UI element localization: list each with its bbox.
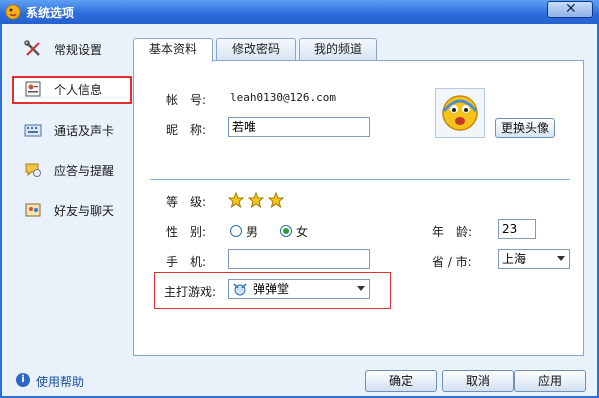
gender-female-label: 女 (296, 225, 309, 239)
chevron-down-icon (357, 286, 365, 291)
main-game-label: 主打游戏: (164, 285, 217, 299)
account-value: leah0130@126.com (230, 91, 336, 104)
chat-bubble-icon (25, 163, 41, 177)
close-icon: ✕ (565, 1, 577, 17)
app-logo-icon (5, 4, 21, 20)
nickname-label: 昵 称: (166, 123, 207, 137)
level-star-icon (228, 192, 244, 208)
main-game-select[interactable]: 弹弹堂 (228, 279, 370, 299)
phone-label: 手 机: (166, 255, 207, 269)
gender-male-radio[interactable] (230, 225, 242, 237)
sidebar-item-friends-chat[interactable]: 好友与聊天 (12, 197, 132, 223)
keyboard-icon (24, 124, 42, 137)
apply-button[interactable]: 应用 (514, 370, 586, 392)
section-divider (150, 179, 570, 180)
change-avatar-button[interactable]: 更换头像 (495, 118, 555, 138)
phone-field[interactable] (228, 249, 370, 269)
friends-icon (25, 203, 41, 217)
tab-basic-info[interactable]: 基本资料 (133, 38, 213, 62)
city-select-value: 上海 (502, 252, 527, 266)
age-field[interactable]: 23 (498, 219, 536, 239)
options-window: 系统选项 ✕ 常规设置 个人信息 通话及声卡 应答与提醒 好友与聊天 基本资料 … (0, 0, 599, 398)
gender-female-radio[interactable] (280, 225, 292, 237)
id-card-icon (25, 81, 41, 97)
basic-info-panel: 帐 号: leah0130@126.com 昵 称: 若唯 更换头像 等 级: … (133, 60, 584, 356)
sidebar-item-label: 好友与聊天 (54, 204, 115, 218)
ok-button[interactable]: 确定 (365, 370, 437, 392)
chevron-down-icon (557, 256, 565, 261)
tab-change-password[interactable]: 修改密码 (216, 38, 296, 61)
close-button[interactable]: ✕ (547, 1, 593, 18)
title-bar[interactable]: 系统选项 ✕ (0, 0, 599, 24)
wrench-scissors-icon (24, 40, 40, 56)
cancel-button[interactable]: 取消 (442, 370, 514, 392)
sidebar-item-label: 常规设置 (54, 43, 103, 57)
client-area: 常规设置 个人信息 通话及声卡 应答与提醒 好友与聊天 基本资料 修改密码 我的… (2, 24, 597, 396)
sidebar-item-personal-info[interactable]: 个人信息 (12, 76, 132, 104)
avatar (435, 88, 485, 138)
sidebar-item-call-sound[interactable]: 通话及声卡 (12, 117, 132, 143)
avatar-face-icon (442, 95, 478, 131)
main-game-value: 弹弹堂 (253, 282, 290, 296)
sidebar: 常规设置 个人信息 通话及声卡 应答与提醒 好友与聊天 (2, 24, 135, 364)
tab-my-channel[interactable]: 我的频道 (299, 38, 377, 61)
city-label: 省 / 市: (432, 255, 472, 269)
account-label: 帐 号: (166, 93, 207, 107)
age-label: 年 龄: (432, 225, 473, 239)
nickname-field[interactable]: 若唯 (228, 117, 370, 137)
sidebar-item-reply-reminder[interactable]: 应答与提醒 (12, 157, 132, 183)
city-select[interactable]: 上海 (498, 249, 570, 269)
help-icon[interactable]: i (16, 373, 30, 387)
help-link[interactable]: 使用帮助 (36, 373, 84, 390)
window-title: 系统选项 (26, 6, 75, 20)
level-star-icon (268, 192, 284, 208)
gender-male-label: 男 (246, 225, 259, 239)
sidebar-item-general[interactable]: 常规设置 (12, 36, 132, 62)
radio-selected-dot (283, 228, 289, 234)
level-star-icon (248, 192, 264, 208)
gender-label: 性 别: (166, 225, 207, 239)
level-label: 等 级: (166, 195, 207, 209)
sidebar-item-label: 应答与提醒 (54, 164, 115, 178)
sidebar-item-label: 通话及声卡 (54, 124, 115, 138)
game-logo-icon (233, 283, 247, 296)
sidebar-item-label: 个人信息 (54, 83, 103, 97)
